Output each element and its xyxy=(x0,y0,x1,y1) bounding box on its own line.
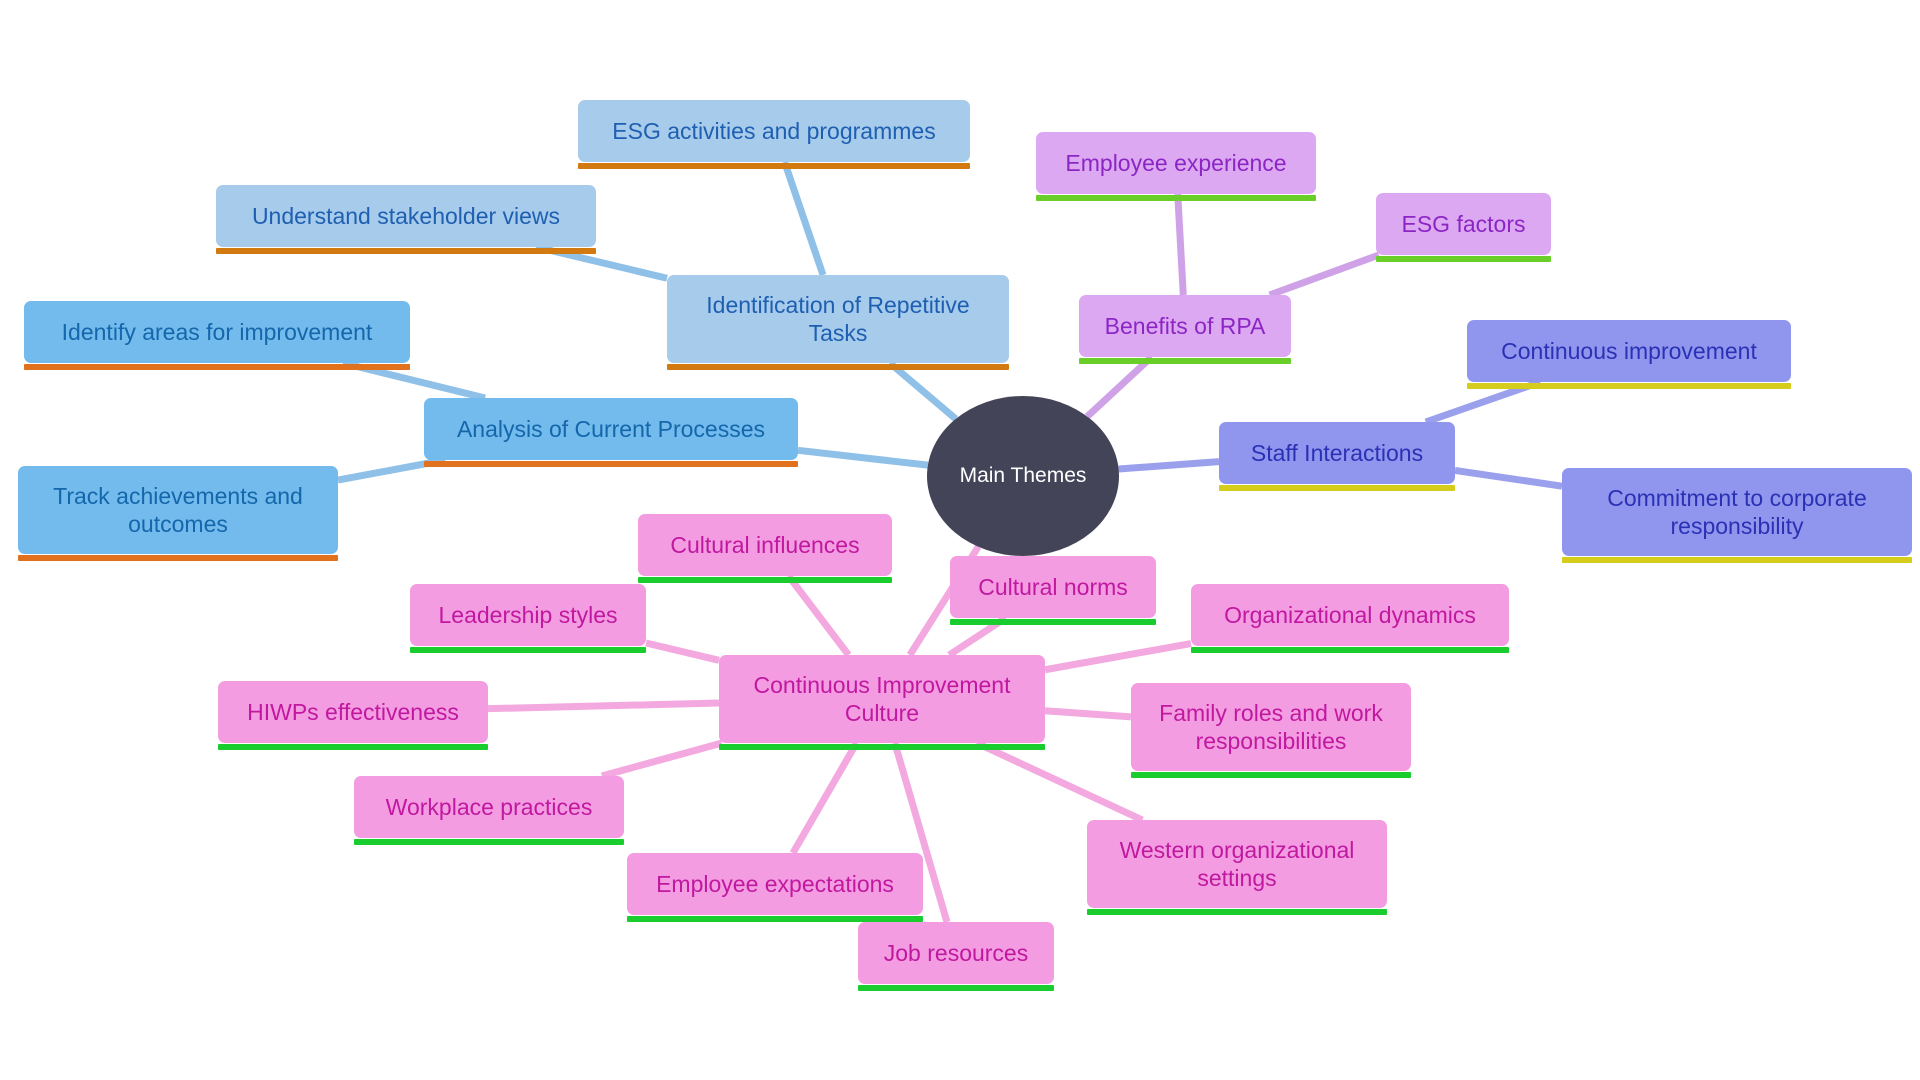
node-label: Benefits of RPA xyxy=(1104,312,1266,339)
mindmap-node-identify-areas-for-improvement[interactable]: Identify areas for improvement xyxy=(24,301,410,370)
mindmap-edge-staff-interactions-to-commitment-to-corporate-responsibility xyxy=(1454,466,1563,490)
mindmap-node-employee-experience[interactable]: Employee experience xyxy=(1036,132,1316,201)
node-label: Track achievements and outcomes xyxy=(53,482,303,537)
node-label: Identify areas for improvement xyxy=(61,318,373,345)
node-label: Job resources xyxy=(883,939,1029,966)
mindmap-node-job-resources[interactable]: Job resources xyxy=(858,922,1054,991)
node-label: ESG activities and programmes xyxy=(612,117,936,144)
mindmap-node-identification-of-repetitive-tasks[interactable]: Identification of Repetitive Tasks xyxy=(667,275,1009,370)
node-label: ESG factors xyxy=(1401,210,1526,237)
mindmap-node-cultural-norms[interactable]: Cultural norms xyxy=(950,556,1156,625)
mindmap-edge-continuous-improvement-culture-to-leadership-styles xyxy=(645,639,720,664)
mindmap-edge-continuous-improvement-culture-to-hiwps-effectiveness xyxy=(487,699,720,713)
mindmap-node-workplace-practices[interactable]: Workplace practices xyxy=(354,776,624,845)
node-label: Employee expectations xyxy=(656,870,894,897)
center-node-label: Main Themes xyxy=(959,464,1087,487)
node-label: Analysis of Current Processes xyxy=(456,415,766,442)
mindmap-edge-continuous-improvement-culture-to-cultural-influences xyxy=(785,573,852,658)
mindmap-edge-benefits-of-rpa-to-employee-experience xyxy=(1174,193,1187,296)
mindmap-node-hiwps-effectiveness[interactable]: HIWPs effectiveness xyxy=(218,681,488,750)
node-label: Cultural norms xyxy=(978,573,1128,600)
node-label: Organizational dynamics xyxy=(1224,601,1476,628)
mindmap-edge-benefits-of-rpa-to-esg-factors xyxy=(1268,251,1381,299)
node-label: Continuous Improvement Culture xyxy=(753,671,1011,726)
node-label: Leadership styles xyxy=(438,601,618,628)
node-label: Western organizational settings xyxy=(1119,836,1355,891)
mindmap-edge-center-to-identification-of-repetitive-tasks xyxy=(887,360,959,422)
node-label: Employee experience xyxy=(1065,149,1287,176)
mindmap-edge-center-to-benefits-of-rpa xyxy=(1084,354,1154,420)
node-label: HIWPs effectiveness xyxy=(247,698,459,725)
mindmap-node-benefits-of-rpa[interactable]: Benefits of RPA xyxy=(1079,295,1291,364)
mindmap-edge-center-to-staff-interactions xyxy=(1118,458,1220,473)
node-label: Cultural influences xyxy=(670,531,860,558)
mindmap-node-esg-activities-and-programmes[interactable]: ESG activities and programmes xyxy=(578,100,970,169)
node-label: Workplace practices xyxy=(385,793,593,820)
mindmap-node-cultural-influences[interactable]: Cultural influences xyxy=(638,514,892,583)
mindmap-edge-continuous-improvement-culture-to-employee-expectations xyxy=(789,741,860,855)
node-label: Commitment to corporate responsibility xyxy=(1607,484,1867,539)
mindmap-node-staff-interactions[interactable]: Staff Interactions xyxy=(1219,422,1455,491)
mindmap-node-continuous-improvement[interactable]: Continuous improvement xyxy=(1467,320,1791,389)
mindmap-node-family-roles-and-work-responsibilities[interactable]: Family roles and work responsibilities xyxy=(1131,683,1411,778)
mindmap-center-node[interactable]: Main Themes xyxy=(927,396,1119,556)
mindmap-node-understand-stakeholder-views[interactable]: Understand stakeholder views xyxy=(216,185,596,254)
mindmap-node-track-achievements-and-outcomes[interactable]: Track achievements and outcomes xyxy=(18,466,338,561)
mindmap-node-analysis-of-current-processes[interactable]: Analysis of Current Processes xyxy=(424,398,798,467)
mindmap-edge-continuous-improvement-culture-to-organizational-dynamics xyxy=(1044,640,1192,674)
node-label: Continuous improvement xyxy=(1501,337,1757,364)
mindmap-node-leadership-styles[interactable]: Leadership styles xyxy=(410,584,646,653)
mindmap-edge-continuous-improvement-culture-to-workplace-practices xyxy=(600,739,723,780)
mindmap-edge-identification-of-repetitive-tasks-to-esg-activities-and-programmes xyxy=(781,160,827,277)
mindmap-edge-center-to-analysis-of-current-processes xyxy=(797,446,929,469)
node-label: Family roles and work responsibilities xyxy=(1159,699,1383,754)
node-label: Understand stakeholder views xyxy=(251,202,561,229)
mindmap-node-continuous-improvement-culture[interactable]: Continuous Improvement Culture xyxy=(719,655,1045,750)
mindmap-node-organizational-dynamics[interactable]: Organizational dynamics xyxy=(1191,584,1509,653)
mindmap-edge-continuous-improvement-culture-to-family-roles-and-work-responsibilities xyxy=(1044,707,1132,721)
mindmap-edge-continuous-improvement-culture-to-western-organizational-settings xyxy=(975,739,1144,824)
mindmap-canvas: ESG activities and programmes Understand … xyxy=(0,0,1920,1080)
mindmap-node-western-organizational-settings[interactable]: Western organizational settings xyxy=(1087,820,1387,915)
node-label: Identification of Repetitive Tasks xyxy=(706,291,970,346)
mindmap-node-commitment-to-corporate-responsibility[interactable]: Commitment to corporate responsibility xyxy=(1562,468,1912,563)
mindmap-node-employee-expectations[interactable]: Employee expectations xyxy=(627,853,923,922)
mindmap-node-esg-factors[interactable]: ESG factors xyxy=(1376,193,1551,262)
node-label: Staff Interactions xyxy=(1250,439,1424,466)
